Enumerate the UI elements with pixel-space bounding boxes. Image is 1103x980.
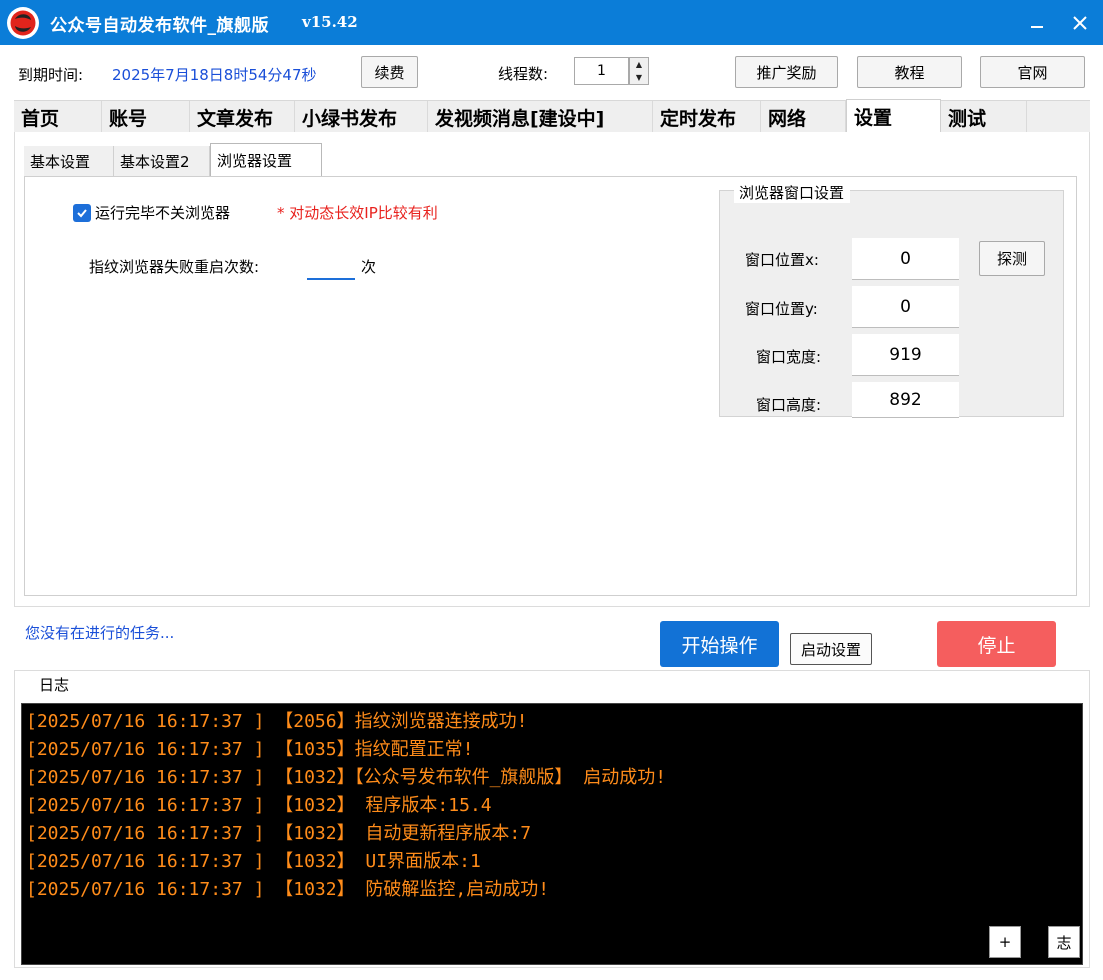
log-console[interactable]: [2025/07/16 16:17:37 ] 【2056】指纹浏览器连接成功! …	[21, 703, 1083, 965]
toolbar: 到期时间: 2025年7月18日8时54分47秒 续费 线程数: 1 ▲ ▼ 推…	[0, 45, 1103, 100]
keep-browser-open-label: 运行完毕不关浏览器	[95, 204, 231, 222]
tab-scheduled-publish[interactable]: 定时发布	[653, 101, 761, 133]
log-expand-button[interactable]: +	[989, 926, 1021, 958]
window-y-label: 窗口位置y:	[745, 300, 818, 318]
expire-value: 2025年7月18日8时54分47秒	[112, 66, 317, 84]
log-note-button[interactable]: 志	[1048, 926, 1080, 958]
window-width-label: 窗口宽度:	[756, 348, 822, 366]
tab-basic-settings-2[interactable]: 基本设置2	[114, 146, 210, 176]
renew-button[interactable]: 续费	[361, 56, 418, 88]
official-site-button[interactable]: 官网	[980, 56, 1085, 88]
restart-count-label: 指纹浏览器失败重启次数:	[89, 258, 260, 276]
log-line: [2025/07/16 16:17:37 ] 【2056】指纹浏览器连接成功!	[26, 711, 528, 732]
log-title: 日志	[35, 674, 74, 695]
threads-stepper[interactable]: ▲ ▼	[629, 57, 649, 85]
log-line: [2025/07/16 16:17:37 ] 【1032】 程序版本:15.4	[26, 795, 492, 816]
window-title: 公众号自动发布软件_旗舰版	[50, 16, 269, 36]
log-line: [2025/07/16 16:17:37 ] 【1035】指纹配置正常!	[26, 739, 474, 760]
task-status: 您没有在进行的任务...	[25, 624, 175, 642]
restart-count-unit: 次	[361, 258, 377, 276]
start-button[interactable]: 开始操作	[660, 621, 779, 667]
keep-browser-open-checkbox[interactable]: 运行完毕不关浏览器	[73, 202, 230, 223]
window-x-label: 窗口位置x:	[745, 251, 819, 269]
browser-window-group: 浏览器窗口设置 窗口位置x: 0 探测 窗口位置y: 0 窗口宽度: 919 窗…	[719, 181, 1064, 418]
triangle-up-icon[interactable]: ▲	[630, 58, 648, 71]
minimize-icon	[1031, 25, 1043, 28]
expire-label: 到期时间:	[18, 66, 84, 84]
tab-home[interactable]: 首页	[14, 101, 102, 133]
window-x-input[interactable]: 0	[852, 238, 959, 280]
title-bar: 公众号自动发布软件_旗舰版 v15.42	[0, 0, 1103, 45]
close-icon	[1073, 15, 1087, 30]
browser-window-group-title: 浏览器窗口设置	[734, 181, 851, 203]
tab-test[interactable]: 测试	[941, 101, 1027, 133]
log-line: [2025/07/16 16:17:37 ] 【1032】【公众号发布软件_旗舰…	[26, 767, 667, 788]
tab-basic-settings[interactable]: 基本设置	[24, 146, 114, 176]
log-lines: [2025/07/16 16:17:37 ] 【2056】指纹浏览器连接成功! …	[26, 708, 666, 904]
minimize-button[interactable]	[1015, 0, 1059, 45]
tab-article-publish[interactable]: 文章发布	[190, 101, 295, 133]
tab-account[interactable]: 账号	[102, 101, 190, 133]
threads-label: 线程数:	[498, 65, 549, 83]
settings-panel: 基本设置 基本设置2 浏览器设置 运行完毕不关浏览器 * 对动态长效IP比较有利…	[14, 132, 1090, 607]
close-button[interactable]	[1058, 0, 1102, 45]
checkmark-icon[interactable]	[73, 203, 91, 222]
tab-browser-settings[interactable]: 浏览器设置	[210, 143, 322, 177]
detect-button[interactable]: 探测	[979, 241, 1045, 276]
stop-button[interactable]: 停止	[937, 621, 1056, 667]
log-line: [2025/07/16 16:17:37 ] 【1032】 UI界面版本:1	[26, 851, 481, 872]
tab-green-book-publish[interactable]: 小绿书发布	[295, 101, 428, 133]
window-height-label: 窗口高度:	[756, 396, 822, 414]
log-line: [2025/07/16 16:17:37 ] 【1032】 防破解监控,启动成功…	[26, 879, 550, 900]
log-panel: 日志 [2025/07/16 16:17:37 ] 【2056】指纹浏览器连接成…	[14, 670, 1090, 968]
tutorial-button[interactable]: 教程	[857, 56, 962, 88]
browser-settings-panel: 运行完毕不关浏览器 * 对动态长效IP比较有利 指纹浏览器失败重启次数: 次 浏…	[24, 176, 1077, 596]
tab-settings[interactable]: 设置	[846, 99, 941, 133]
restart-count-input[interactable]	[307, 247, 355, 280]
main-tab-bar: 首页 账号 文章发布 小绿书发布 发视频消息[建设中] 定时发布 网络 设置 测…	[14, 99, 1090, 133]
version-label: v15.42	[302, 13, 358, 31]
startup-settings-button[interactable]: 启动设置	[790, 633, 872, 665]
tab-network[interactable]: 网络	[761, 101, 846, 133]
app-logo-icon	[6, 6, 40, 40]
triangle-down-icon[interactable]: ▼	[630, 71, 648, 84]
window-width-input[interactable]: 919	[852, 334, 959, 376]
threads-input[interactable]: 1	[574, 57, 629, 85]
window-height-input[interactable]: 892	[852, 382, 959, 418]
ip-note: * 对动态长效IP比较有利	[277, 204, 438, 222]
window-y-input[interactable]: 0	[852, 286, 959, 328]
promo-reward-button[interactable]: 推广奖励	[735, 56, 838, 88]
log-line: [2025/07/16 16:17:37 ] 【1032】 自动更新程序版本:7	[26, 823, 532, 844]
tab-video-message[interactable]: 发视频消息[建设中]	[428, 101, 653, 133]
